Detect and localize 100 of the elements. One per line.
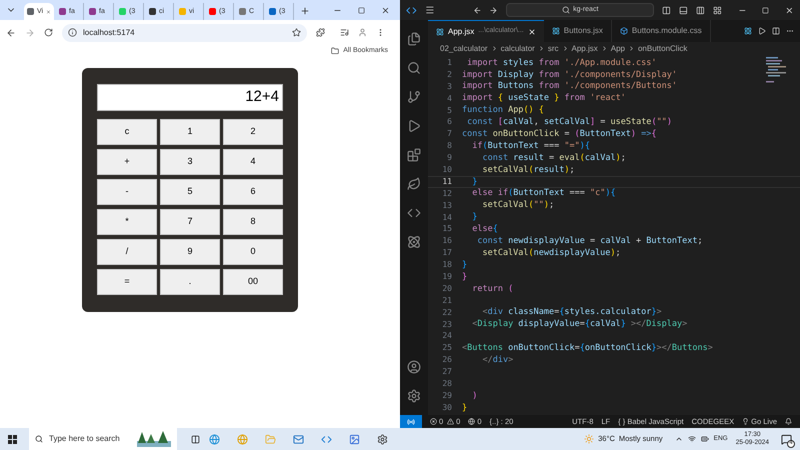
- chevron-icon: [600, 45, 608, 52]
- code-line: const newdisplayValue = calVal + ButtonText;: [476, 237, 703, 246]
- bookmark-star-icon[interactable]: [292, 28, 301, 37]
- search-icon: [562, 6, 570, 14]
- menu-icon[interactable]: [424, 5, 434, 15]
- search-icon[interactable]: [407, 61, 421, 75]
- line-number: 14: [441, 212, 453, 224]
- battery-icon[interactable]: [700, 435, 709, 443]
- calculator-key[interactable]: 00: [223, 269, 283, 295]
- run-icon[interactable]: [407, 119, 421, 133]
- line-number: 12: [441, 188, 453, 200]
- calculator-key[interactable]: -: [97, 179, 157, 205]
- line-number: 11: [441, 176, 453, 188]
- react-file-icon: [436, 28, 444, 36]
- breadcrumb-item[interactable]: onButtonClick: [638, 42, 688, 54]
- calculator-key[interactable]: c: [97, 119, 157, 145]
- error-icon[interactable]: [430, 418, 437, 425]
- breadcrumb-item[interactable]: src: [548, 42, 559, 54]
- settings-icon[interactable]: [407, 389, 421, 403]
- ports-icon[interactable]: [468, 418, 476, 425]
- code-line: function App() {: [462, 106, 544, 115]
- calculator-key[interactable]: .: [160, 269, 220, 295]
- bulb-icon[interactable]: [742, 418, 750, 425]
- breadcrumb-item[interactable]: calculator: [500, 42, 535, 54]
- remote-button[interactable]: [400, 415, 422, 428]
- code-line: else{: [471, 225, 498, 234]
- profile-icon[interactable]: [358, 28, 367, 37]
- start-icon[interactable]: [8, 434, 17, 444]
- warning-icon[interactable]: [447, 418, 454, 425]
- calculator-key[interactable]: 6: [223, 179, 283, 205]
- line-number: 24: [441, 330, 453, 342]
- calculator-key[interactable]: 0: [223, 239, 283, 265]
- explorer-icon[interactable]: [407, 32, 421, 46]
- atom-icon[interactable]: [407, 235, 421, 249]
- calculator-key[interactable]: *: [97, 209, 157, 235]
- calculator-key[interactable]: 9: [160, 239, 220, 265]
- info-icon[interactable]: [68, 28, 77, 37]
- calculator-key[interactable]: 3: [160, 149, 220, 175]
- calculator-key[interactable]: /: [97, 239, 157, 265]
- calculator-key[interactable]: 4: [223, 149, 283, 175]
- breadcrumb-item[interactable]: 02_calculator: [440, 42, 488, 54]
- mail-icon[interactable]: [292, 434, 304, 444]
- calculator-key[interactable]: 8: [223, 209, 283, 235]
- code-line: return (: [471, 284, 514, 294]
- calculator-key[interactable]: 5: [160, 179, 220, 205]
- reload-icon[interactable]: [44, 28, 53, 37]
- line-number: 5: [446, 104, 453, 117]
- layout-icon[interactable]: [712, 6, 722, 14]
- calculator-key[interactable]: =: [97, 269, 157, 295]
- calculator-key[interactable]: +: [97, 149, 157, 175]
- code-line: setCalVal(result);: [481, 166, 575, 174]
- code-line: }: [462, 272, 468, 282]
- line-number: 9: [446, 152, 453, 164]
- react-file-icon: [552, 27, 560, 35]
- task-view-icon[interactable]: [191, 434, 200, 444]
- chevron-icon: [490, 45, 498, 52]
- editor-tab[interactable]: Buttons.jsx: [544, 20, 612, 42]
- media-icon[interactable]: [340, 28, 349, 37]
- leaf-icon[interactable]: [407, 177, 421, 191]
- back-icon[interactable]: [472, 6, 482, 14]
- notifications-icon[interactable]: [785, 418, 792, 425]
- code-line: import Display from './components/Display': [462, 70, 677, 80]
- extensions-icon[interactable]: [407, 148, 421, 162]
- sidebar-toggle-icon[interactable]: [662, 6, 672, 14]
- account-icon[interactable]: [407, 360, 421, 374]
- new-tab-icon[interactable]: [300, 6, 310, 16]
- chevron-up-icon[interactable]: [674, 435, 683, 443]
- code-icon[interactable]: [407, 206, 421, 220]
- forward-icon[interactable]: [489, 6, 498, 14]
- line-number: 13: [441, 200, 453, 212]
- address-bar[interactable]: localhost:5174: [62, 24, 307, 42]
- maximize-icon[interactable]: [358, 7, 365, 14]
- calculator-key[interactable]: 2: [223, 119, 283, 145]
- secondary-sidebar-icon[interactable]: [696, 6, 705, 14]
- close-icon[interactable]: [381, 6, 390, 15]
- taskbar-search-field[interactable]: Type here to search: [29, 428, 177, 450]
- calculator-key[interactable]: 7: [160, 209, 220, 235]
- line-number: 27: [441, 366, 453, 378]
- settings-icon[interactable]: [376, 434, 388, 444]
- breadcrumb-item[interactable]: App.jsx: [572, 42, 598, 54]
- calculator-key[interactable]: 1: [160, 119, 220, 145]
- extensions-icon[interactable]: [316, 28, 325, 37]
- breadcrumb-item[interactable]: App: [610, 42, 625, 54]
- react-icon[interactable]: [744, 27, 752, 35]
- line-number: 4: [446, 92, 453, 105]
- line-number: 3: [446, 80, 453, 93]
- remote-icon: [407, 418, 415, 426]
- network-icon[interactable]: [688, 435, 696, 443]
- close-icon[interactable]: [785, 6, 794, 14]
- code-line: import styles from './App.module.css': [466, 58, 656, 68]
- code-line: }: [471, 178, 478, 186]
- editor-tab[interactable]: Buttons.module.css: [612, 20, 711, 42]
- source-control-icon[interactable]: [407, 90, 421, 104]
- back-icon[interactable]: [6, 28, 16, 38]
- photos-icon[interactable]: [348, 434, 360, 444]
- split-editor-icon[interactable]: [772, 27, 780, 35]
- trees-icon: [137, 431, 171, 447]
- line-number: 2: [446, 68, 453, 81]
- run-icon[interactable]: [758, 27, 766, 35]
- panel-toggle-icon[interactable]: [679, 6, 688, 14]
